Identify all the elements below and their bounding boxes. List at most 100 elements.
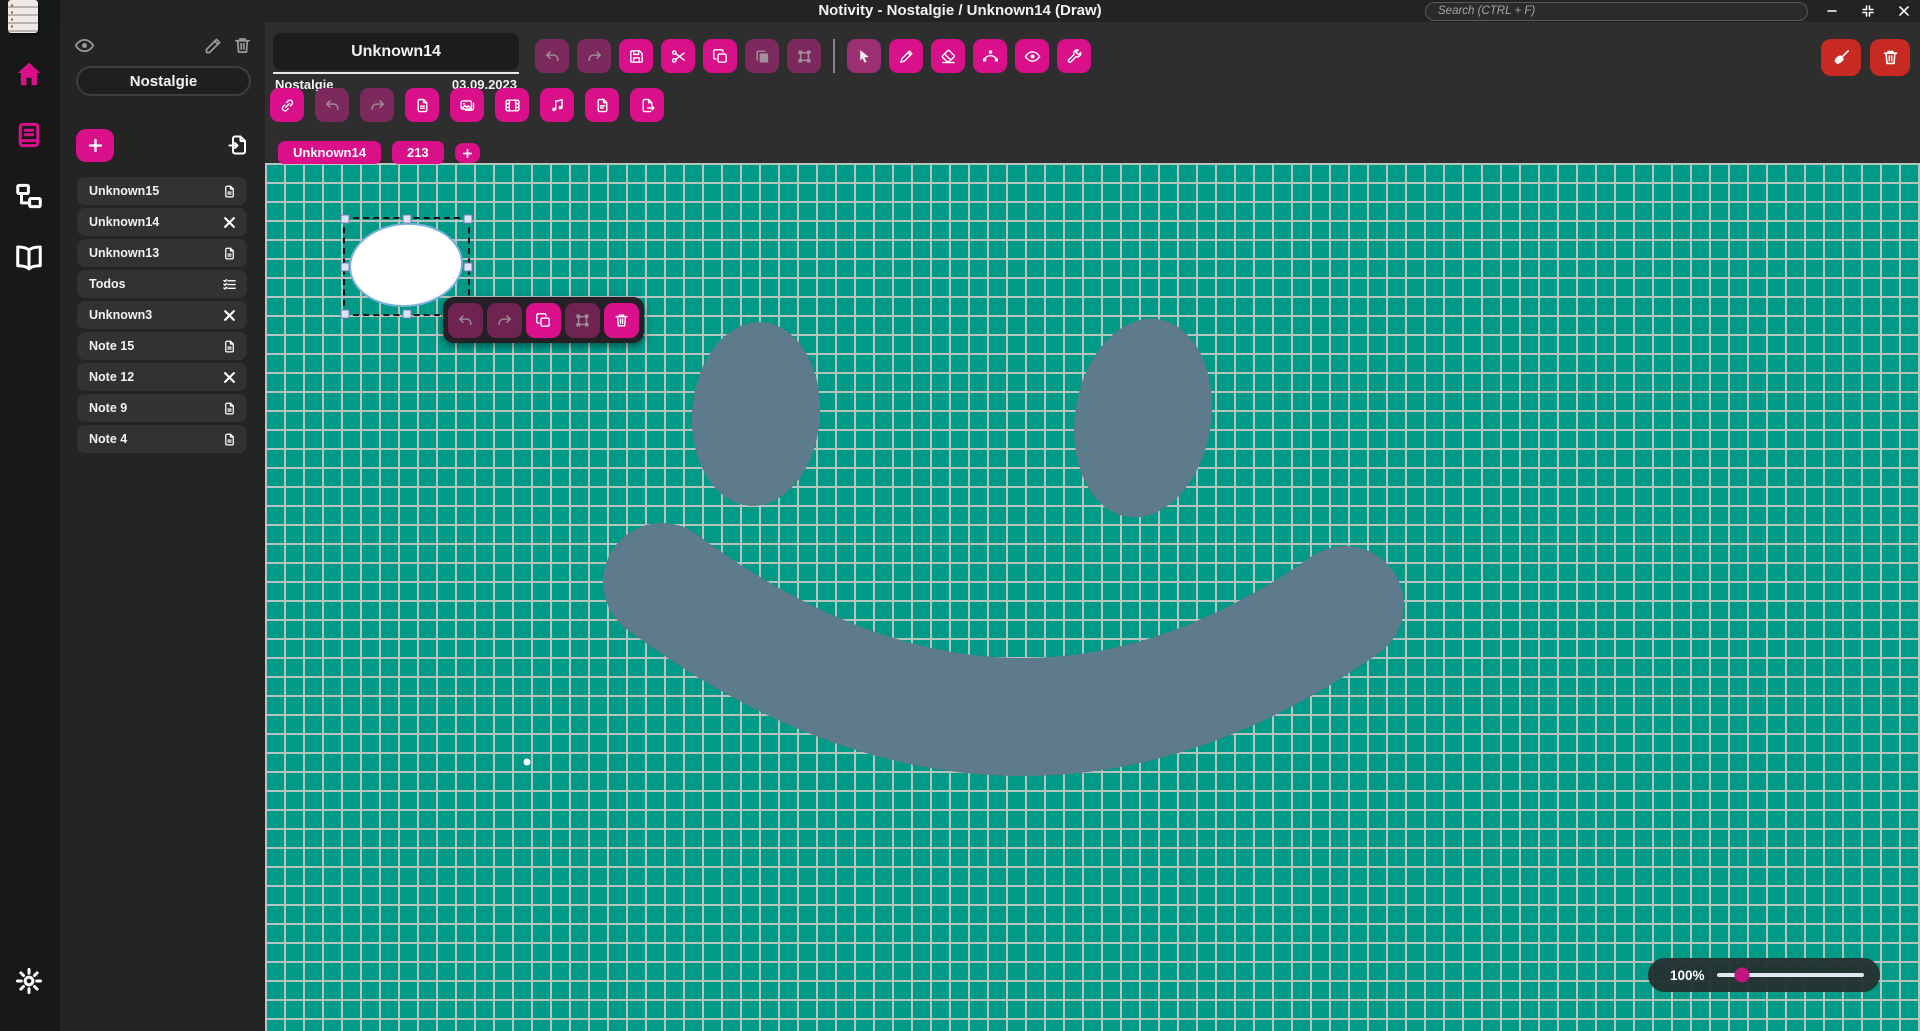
- redo-button[interactable]: [577, 39, 611, 73]
- note-item-label: Note 15: [89, 339, 134, 353]
- redo-icon: [586, 48, 603, 65]
- import-icon: [227, 133, 251, 157]
- note-header: Nostalgie 03.09.2023 Unknown14213: [265, 22, 1920, 163]
- drawing-canvas[interactable]: 100%: [265, 163, 1920, 1031]
- selection-delete-button[interactable]: [604, 303, 639, 338]
- save-button[interactable]: [619, 39, 653, 73]
- selection-transform-button[interactable]: [565, 303, 600, 338]
- close-button[interactable]: [1894, 1, 1914, 21]
- note-item-label: Note 12: [89, 370, 134, 384]
- toggle-visibility-button[interactable]: [74, 35, 95, 56]
- zoom-slider[interactable]: [1717, 973, 1864, 977]
- insert-image-button[interactable]: [450, 88, 484, 122]
- rail-nav-notebook[interactable]: [14, 119, 46, 151]
- wrench-icon: [1066, 48, 1083, 65]
- tab-label: Unknown14: [293, 145, 366, 160]
- history-undo-button[interactable]: [315, 88, 349, 122]
- delete-notebook-button[interactable]: [232, 35, 253, 56]
- bezier-icon: [982, 48, 999, 65]
- note-item[interactable]: Unknown15: [77, 177, 247, 205]
- delete-drawing-button[interactable]: [1870, 39, 1910, 76]
- plus-icon: [86, 136, 105, 155]
- selection-handle[interactable]: [464, 262, 473, 271]
- select-tool-button[interactable]: [847, 39, 881, 73]
- tab-213[interactable]: 213: [392, 141, 444, 164]
- selection-handle[interactable]: [341, 262, 350, 271]
- selection-redo-button[interactable]: [487, 303, 522, 338]
- paste-button[interactable]: [745, 39, 779, 73]
- preview-tool-button[interactable]: [1015, 39, 1049, 73]
- note-item-label: Unknown3: [89, 308, 152, 322]
- add-tab-button[interactable]: [455, 143, 480, 163]
- note-item[interactable]: Todos: [77, 270, 247, 298]
- note-item-label: Unknown14: [89, 215, 159, 229]
- undo-icon: [457, 312, 474, 329]
- restore-button[interactable]: [1858, 1, 1878, 21]
- undo-button[interactable]: [535, 39, 569, 73]
- draw-icon: [222, 215, 237, 230]
- checklist-icon: [222, 277, 237, 292]
- rail-nav-home[interactable]: [14, 58, 46, 90]
- doc-icon: [222, 401, 237, 416]
- insert-link-button[interactable]: [270, 88, 304, 122]
- selection-handle[interactable]: [341, 215, 350, 224]
- copy-button[interactable]: [703, 39, 737, 73]
- tab-unknown14[interactable]: Unknown14: [278, 141, 381, 164]
- rail-nav-library[interactable]: [14, 241, 46, 273]
- zoom-control: 100%: [1648, 958, 1880, 992]
- note-title-input[interactable]: [273, 33, 519, 70]
- note-item-label: Note 4: [89, 432, 127, 446]
- pen-tool-button[interactable]: [889, 39, 923, 73]
- selection-toolbar: [443, 297, 644, 343]
- app-logo-icon: [8, 0, 38, 33]
- note-item[interactable]: Unknown3: [77, 301, 247, 329]
- tab-label: 213: [407, 145, 429, 160]
- path-tool-button[interactable]: [973, 39, 1007, 73]
- selection-handle[interactable]: [464, 215, 473, 224]
- insert-pdf-button[interactable]: [585, 88, 619, 122]
- smiley-mouth: [662, 582, 1345, 717]
- scissors-icon: [670, 48, 687, 65]
- insert-note-button[interactable]: [405, 88, 439, 122]
- selection-handle[interactable]: [402, 215, 411, 224]
- note-item-label: Todos: [89, 277, 126, 291]
- tool-settings-button[interactable]: [1057, 39, 1091, 73]
- selection-handle[interactable]: [341, 310, 350, 319]
- export-note-button[interactable]: [630, 88, 664, 122]
- draw-icon: [222, 308, 237, 323]
- smiley-eye: [1060, 309, 1226, 528]
- notebook-panel: Nostalgie Unknown15Unknown14Unknown13Tod…: [60, 22, 265, 1031]
- eraser-tool-button[interactable]: [931, 39, 965, 73]
- zoom-slider-thumb[interactable]: [1734, 968, 1749, 983]
- add-note-button[interactable]: [76, 129, 114, 162]
- rail-nav-structure[interactable]: [14, 180, 46, 212]
- note-item[interactable]: Note 12: [77, 363, 247, 391]
- app-window: Notivity - Nostalgie / Unknown14 (Draw) …: [0, 0, 1920, 1031]
- link-icon: [279, 97, 296, 114]
- insert-video-button[interactable]: [495, 88, 529, 122]
- rename-notebook-button[interactable]: [203, 35, 224, 56]
- note-item[interactable]: Note 15: [77, 332, 247, 360]
- titlebar: Notivity - Nostalgie / Unknown14 (Draw): [0, 0, 1920, 22]
- paste-icon: [754, 48, 771, 65]
- note-item-label: Note 9: [89, 401, 127, 415]
- cut-button[interactable]: [661, 39, 695, 73]
- clear-canvas-button[interactable]: [1821, 39, 1861, 76]
- note-item[interactable]: Note 4: [77, 425, 247, 453]
- selection-handle[interactable]: [402, 310, 411, 319]
- search-input[interactable]: [1425, 2, 1808, 21]
- transform-button[interactable]: [787, 39, 821, 73]
- selection-undo-button[interactable]: [448, 303, 483, 338]
- selection-copy-button[interactable]: [526, 303, 561, 338]
- note-item[interactable]: Note 9: [77, 394, 247, 422]
- draw-icon: [222, 370, 237, 385]
- rail-nav-settings[interactable]: [14, 965, 46, 997]
- note-item[interactable]: Unknown13: [77, 239, 247, 267]
- insert-audio-button[interactable]: [540, 88, 574, 122]
- note-item[interactable]: Unknown14: [77, 208, 247, 236]
- history-redo-button[interactable]: [360, 88, 394, 122]
- import-note-button[interactable]: [227, 133, 251, 157]
- smiley-eye: [686, 318, 827, 510]
- minimize-button[interactable]: [1822, 1, 1842, 21]
- save-icon: [628, 48, 645, 65]
